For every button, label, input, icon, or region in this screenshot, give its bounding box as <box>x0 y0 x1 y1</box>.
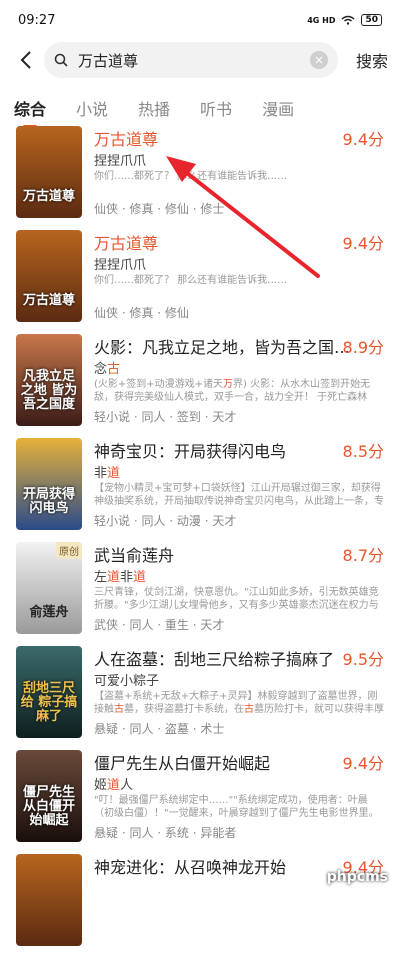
book-cover: 凡我立足之地 皆为吾之国度 <box>16 334 82 426</box>
book-title: 神奇宝贝：开局获得闪电鸟 <box>94 442 287 460</box>
list-item[interactable]: 开局获得 闪电鸟 神奇宝贝：开局获得闪电鸟 8.5分 非道 【宠物小精灵+宝可梦… <box>0 438 400 542</box>
network-label: 4G HD <box>307 15 336 25</box>
search-icon <box>54 53 68 67</box>
book-desc: 【宠物小精灵+宝可梦+口袋妖怪】江山开局辗过御三家，却获得神级抽奖系统，开局抽取… <box>94 483 384 507</box>
tab-hot[interactable]: 热播 <box>138 96 170 128</box>
book-author: 捏捏爪爪 <box>94 154 147 169</box>
book-tags: 轻小说 · 同人 · 动漫 · 天才 <box>94 514 237 528</box>
cover-title: 开局获得 闪电鸟 <box>22 487 75 516</box>
book-title: 人在盗墓：刮地三尺给粽子搞麻了 <box>94 650 335 668</box>
book-score: 8.5分 <box>342 442 384 461</box>
back-button[interactable] <box>14 48 38 72</box>
book-cover: 僵尸先生 从白僵开始崛起 <box>16 750 82 842</box>
book-author: 念古 <box>94 362 121 377</box>
book-cover: 万古道尊 <box>16 126 82 218</box>
cover-title: 万古道尊 <box>22 189 75 204</box>
search-input[interactable] <box>76 50 310 70</box>
book-desc: "叮！最强僵尸系统绑定中……""系统绑定成功，使用者：叶晨（初级白僵）！"一觉醒… <box>94 795 379 819</box>
search-row: × 搜索 <box>0 40 400 80</box>
wifi-icon <box>341 15 355 25</box>
book-tags: 轻小说 · 同人 · 签到 · 天才 <box>94 410 237 424</box>
clear-icon[interactable]: × <box>309 51 328 69</box>
list-item[interactable]: 凡我立足之地 皆为吾之国度 火影：凡我立足之地，皆为吾之国… 8.9分 念古 (… <box>0 334 400 438</box>
book-score: 9.4分 <box>342 130 384 149</box>
book-cover: 万古道尊 <box>16 230 82 322</box>
book-title: 万古道尊 <box>94 234 159 252</box>
book-title: 武当俞莲舟 <box>94 546 175 564</box>
tab-all[interactable]: 综合 <box>14 96 46 128</box>
book-author: 非道 <box>94 466 121 481</box>
watermark: phpcms <box>326 869 388 885</box>
list-item[interactable]: 僵尸先生 从白僵开始崛起 僵尸先生从白僵开始崛起 9.4分 姬道人 "叮！最强僵… <box>0 750 400 854</box>
book-cover: 原创 俞莲舟 <box>16 542 82 634</box>
book-score: 9.4分 <box>342 234 384 253</box>
book-desc: (火影+签到+动漫游戏+诸天万界) 火影：从水木山签到开始无敌，获得完美级仙人模… <box>94 379 371 403</box>
book-tags: 仙侠 · 修真 · 修仙 <box>94 306 189 320</box>
list-item[interactable]: 原创 俞莲舟 武当俞莲舟 8.7分 左道非道 三尺青锋，仗剑江湖，快意恩仇。"江… <box>0 542 400 646</box>
book-title: 僵尸先生从白僵开始崛起 <box>94 754 271 772</box>
cover-title: 万古道尊 <box>22 293 75 308</box>
tab-novel[interactable]: 小说 <box>76 96 108 128</box>
result-list: 万古道尊 万古道尊 9.4分 捏捏爪爪 你们……都死了？ 那么还有谁能告诉我……… <box>0 126 400 958</box>
book-author: 捏捏爪爪 <box>94 258 147 273</box>
book-desc: 【盗墓+系统+无敌+大粽子+灵异】林毅穿越到了盗墓世界，刚接触古墓，获得盗墓打卡… <box>94 691 384 715</box>
list-item[interactable]: 万古道尊 万古道尊 9.4分 捏捏爪爪 你们……都死了？ 那么还有谁能告诉我……… <box>0 126 400 230</box>
book-score: 8.9分 <box>342 338 384 357</box>
battery-icon: 50 <box>361 14 382 26</box>
cover-title: 凡我立足之地 皆为吾之国度 <box>20 369 78 412</box>
cover-title: 俞莲舟 <box>29 605 69 620</box>
book-desc: 你们……都死了？ 那么还有谁能告诉我…… <box>94 171 288 182</box>
tab-comic[interactable]: 漫画 <box>262 96 294 128</box>
original-badge: 原创 <box>56 542 82 559</box>
book-desc: 你们……都死了？ 那么还有谁能告诉我…… <box>94 275 288 286</box>
book-score: 8.7分 <box>342 546 384 565</box>
list-item[interactable]: 万古道尊 万古道尊 9.4分 捏捏爪爪 你们……都死了？ 那么还有谁能告诉我……… <box>0 230 400 334</box>
cover-title: 僵尸先生 从白僵开始崛起 <box>22 785 75 828</box>
book-title: 火影：凡我立足之地，皆为吾之国… <box>94 338 351 356</box>
list-item[interactable]: 刮地三尺给 粽子搞麻了 人在盗墓：刮地三尺给粽子搞麻了 9.5分 可爱小粽子 【… <box>0 646 400 750</box>
search-button[interactable]: 搜索 <box>356 48 388 72</box>
category-tabs: 综合 小说 热播 听书 漫画 <box>0 80 400 128</box>
cover-title: 刮地三尺给 粽子搞麻了 <box>20 681 78 724</box>
tab-audiobook[interactable]: 听书 <box>200 96 232 128</box>
book-author: 左道非道 <box>94 570 147 585</box>
book-cover: 刮地三尺给 粽子搞麻了 <box>16 646 82 738</box>
book-title: 万古道尊 <box>94 130 159 148</box>
book-author: 姬道人 <box>94 778 134 793</box>
book-tags: 悬疑 · 同人 · 系统 · 异能者 <box>94 826 237 840</box>
book-score: 9.5分 <box>342 650 384 669</box>
book-cover <box>16 854 82 946</box>
book-tags: 悬疑 · 同人 · 盗墓 · 术士 <box>94 722 225 736</box>
status-icons: 4G HD 50 <box>307 14 382 26</box>
status-bar: 09:27 4G HD 50 <box>0 0 400 40</box>
book-author: 可爱小粽子 <box>94 674 160 689</box>
book-tags: 武侠 · 同人 · 重生 · 天才 <box>94 618 225 632</box>
book-desc: 三尺青锋，仗剑江湖，快意恩仇。"江山如此多娇，引无数英雄竞折腰。"多少江湖儿女埋… <box>94 587 379 611</box>
search-box[interactable]: × <box>44 42 338 78</box>
book-score: 9.4分 <box>342 754 384 773</box>
status-time: 09:27 <box>18 12 56 28</box>
chevron-left-icon <box>20 51 31 69</box>
book-tags: 仙侠 · 修真 · 修仙 · 修士 <box>94 202 225 216</box>
book-cover: 开局获得 闪电鸟 <box>16 438 82 530</box>
